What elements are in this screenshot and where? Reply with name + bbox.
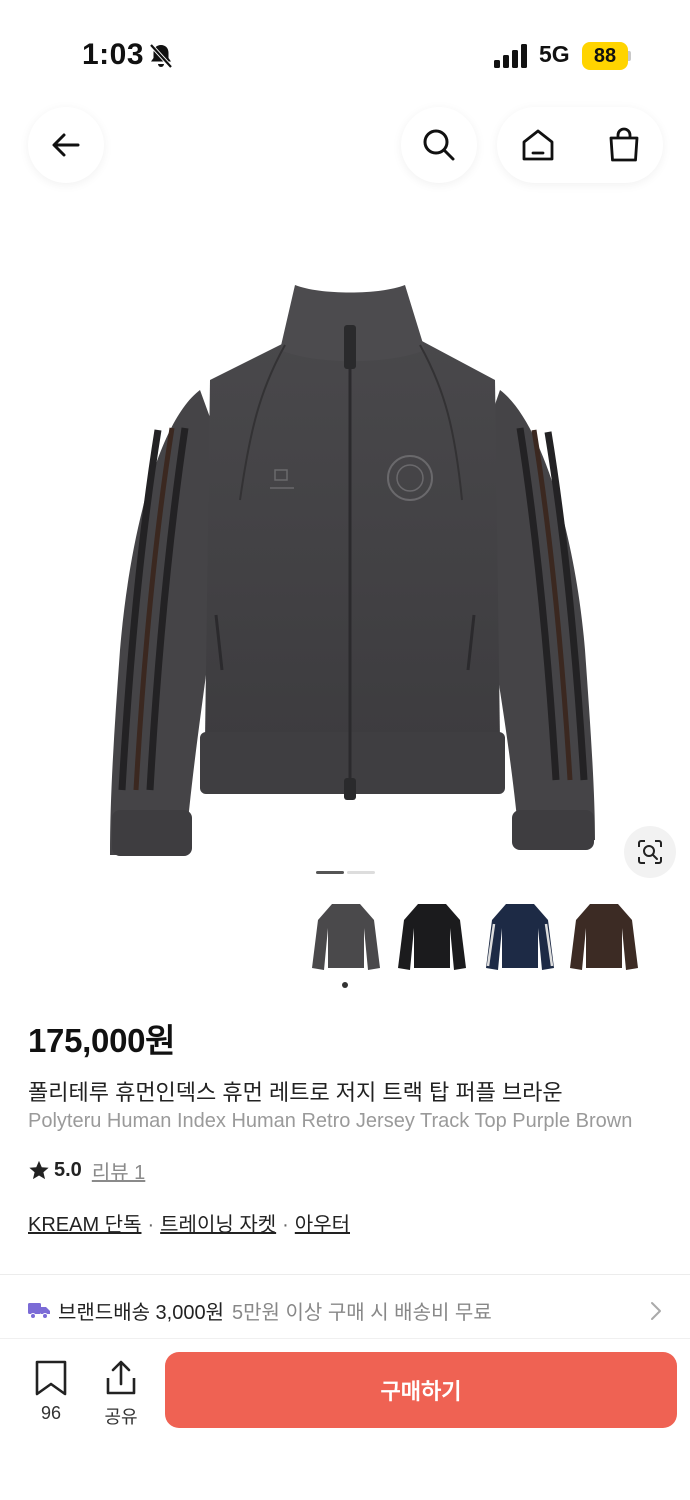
search-icon bbox=[423, 129, 455, 161]
share-icon bbox=[106, 1360, 136, 1395]
star-icon bbox=[29, 1160, 49, 1180]
rating-value: 5.0 bbox=[54, 1158, 82, 1181]
share-label: 공유 bbox=[104, 1407, 138, 1427]
status-bar: 1:03 5G 88 bbox=[0, 0, 690, 110]
tag-outer[interactable]: 아우터 bbox=[295, 1214, 350, 1236]
review-link[interactable]: 리뷰 1 bbox=[92, 1156, 145, 1185]
shipping-label: 브랜드배송 3,000원 bbox=[58, 1301, 225, 1324]
section-divider bbox=[0, 1274, 690, 1275]
battery-nub bbox=[628, 51, 631, 61]
shopping-bag-icon bbox=[609, 127, 639, 162]
signal-icon bbox=[494, 44, 527, 68]
tag-separator: · bbox=[282, 1214, 289, 1236]
image-search-button[interactable] bbox=[624, 826, 676, 878]
tag-separator: · bbox=[147, 1214, 155, 1236]
share-button[interactable]: 공유 bbox=[92, 1360, 150, 1429]
search-button[interactable] bbox=[401, 107, 477, 183]
truck-icon bbox=[28, 1303, 50, 1319]
thumbnail-selected-dot bbox=[342, 982, 348, 988]
product-image[interactable] bbox=[90, 270, 610, 870]
title-fade bbox=[640, 1106, 690, 1136]
bookmark-icon bbox=[35, 1360, 67, 1396]
shipping-note: 5만원 이상 구매 시 배송비 무료 bbox=[232, 1301, 492, 1324]
home-button[interactable] bbox=[500, 107, 576, 183]
chevron-right-icon[interactable] bbox=[648, 1300, 664, 1322]
buy-button[interactable]: 구매하기 bbox=[165, 1352, 677, 1428]
product-price: 175,000원 bbox=[28, 1022, 176, 1059]
bookmark-button[interactable]: 96 bbox=[22, 1360, 80, 1424]
shipping-info-row[interactable]: 브랜드배송 3,000원 5만원 이상 구매 시 배송비 무료 bbox=[28, 1296, 668, 1324]
bookmark-count: 96 bbox=[40, 1403, 62, 1423]
tag-kream-exclusive[interactable]: KREAM 단독 bbox=[28, 1214, 141, 1236]
home-icon bbox=[522, 129, 554, 161]
image-search-icon bbox=[638, 840, 662, 864]
category-tags: KREAM 단독 · 트레이닝 자켓 · 아우터 bbox=[28, 1208, 350, 1237]
cart-button[interactable] bbox=[586, 107, 662, 183]
product-title-en: Polyteru Human Index Human Retro Jersey … bbox=[28, 1110, 633, 1132]
thumbnail-navy[interactable] bbox=[482, 898, 558, 978]
battery-indicator: 88 bbox=[582, 42, 628, 70]
slide-indicator-active bbox=[316, 871, 344, 874]
back-button[interactable] bbox=[28, 107, 104, 183]
thumbnail-black[interactable] bbox=[394, 898, 470, 978]
thumbnail-brown[interactable] bbox=[566, 898, 642, 978]
bell-off-icon bbox=[149, 43, 173, 69]
thumbnail-charcoal[interactable] bbox=[308, 898, 384, 978]
network-label: 5G bbox=[539, 41, 570, 67]
slide-indicator bbox=[347, 871, 375, 874]
rating-row: 5.0 리뷰 1 bbox=[28, 1156, 145, 1185]
status-time: 1:03 bbox=[82, 38, 145, 71]
product-title-ko: 폴리테루 휴먼인덱스 휴먼 레트로 저지 트랙 탑 퍼플 브라운 bbox=[28, 1080, 563, 1105]
arrow-left-icon bbox=[52, 133, 80, 157]
tag-training-jacket[interactable]: 트레이닝 자켓 bbox=[160, 1214, 276, 1236]
